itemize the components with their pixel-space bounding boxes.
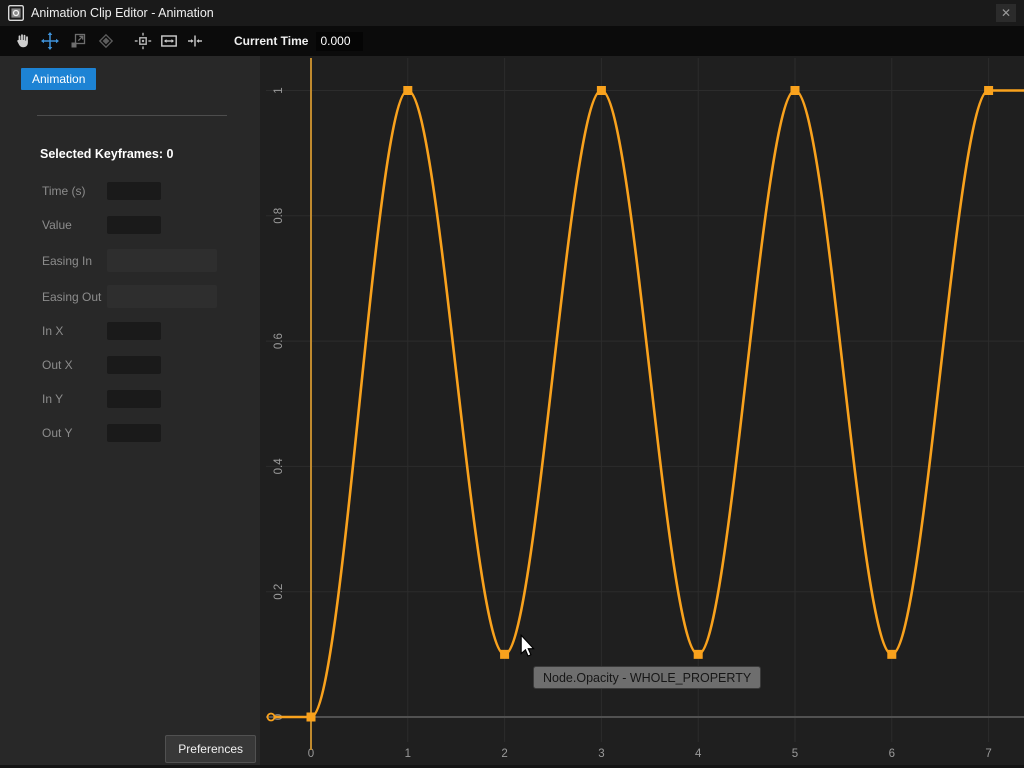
easing-out-label: Easing Out	[42, 290, 101, 304]
properties-panel: Animation Selected Keyframes: 0 Time (s)…	[0, 56, 260, 768]
panel-divider	[37, 115, 227, 116]
svg-text:7: 7	[985, 748, 991, 760]
keyframe-markers	[307, 86, 994, 722]
target-icon	[134, 32, 152, 50]
field-row-out-y: Out Y	[0, 424, 260, 442]
easing-out-input[interactable]	[107, 285, 217, 308]
current-time-input[interactable]	[316, 32, 363, 51]
curve-editor[interactable]: 0123456700.20.40.60.81 Node.Opacity - WH…	[260, 56, 1024, 768]
tooltip-text: Node.Opacity - WHOLE_PROPERTY	[543, 671, 751, 685]
move-icon	[41, 32, 59, 50]
svg-text:1: 1	[405, 748, 411, 760]
keyframe-marker[interactable]	[597, 86, 606, 95]
fit-vertical-icon	[186, 32, 204, 50]
close-icon[interactable]: ✕	[996, 4, 1016, 22]
keyframe-marker[interactable]	[694, 650, 703, 659]
keyframe-marker[interactable]	[403, 86, 412, 95]
fit-horizontal-tool-button[interactable]	[156, 28, 182, 54]
svg-text:4: 4	[695, 748, 702, 760]
in-x-label: In X	[42, 324, 63, 338]
scale-tool-button[interactable]	[64, 28, 92, 54]
svg-text:6: 6	[889, 748, 895, 760]
scale-icon	[69, 32, 87, 50]
selected-keyframes-label: Selected Keyframes:	[40, 147, 166, 161]
svg-text:0.8: 0.8	[273, 208, 285, 224]
svg-text:0.4: 0.4	[273, 458, 285, 475]
tooltip: Node.Opacity - WHOLE_PROPERTY	[533, 666, 761, 689]
out-x-label: Out X	[42, 358, 73, 372]
grid-lines	[266, 58, 1024, 742]
value-label: Value	[42, 218, 72, 232]
out-x-input[interactable]	[107, 356, 161, 374]
out-y-label: Out Y	[42, 426, 72, 440]
diamond-icon	[97, 32, 115, 50]
tab-animation[interactable]: Animation	[21, 68, 96, 90]
title-bar: Animation Clip Editor - Animation ✕	[0, 0, 1024, 26]
toolbar: Current Time	[0, 26, 1024, 56]
time-s-label: Time (s)	[42, 184, 86, 198]
easing-in-label: Easing In	[42, 254, 92, 268]
current-time-label: Current Time	[234, 34, 308, 48]
keyframe-marker[interactable]	[887, 650, 896, 659]
clip-icon	[8, 5, 24, 21]
hand-icon	[13, 32, 31, 50]
mouse-cursor	[519, 634, 536, 663]
svg-text:0.2: 0.2	[273, 584, 285, 600]
keyframe-marker[interactable]	[500, 650, 509, 659]
preferences-button[interactable]: Preferences	[165, 735, 256, 763]
keyframe-tool-button[interactable]	[92, 28, 120, 54]
selected-keyframes-text: Selected Keyframes: 0	[40, 147, 173, 161]
opacity-curve[interactable]	[311, 91, 989, 718]
value-input[interactable]	[107, 216, 161, 234]
field-row-value: Value	[0, 216, 260, 234]
field-row-easing-in: Easing In	[0, 249, 260, 272]
in-y-input[interactable]	[107, 390, 161, 408]
svg-text:1: 1	[273, 87, 285, 93]
keyframe-marker[interactable]	[984, 86, 993, 95]
svg-text:3: 3	[598, 748, 604, 760]
time-s-input[interactable]	[107, 182, 161, 200]
svg-text:0.6: 0.6	[273, 333, 285, 349]
easing-in-input[interactable]	[107, 249, 217, 272]
window-title: Animation Clip Editor - Animation	[31, 6, 989, 20]
curve-canvas[interactable]: 0123456700.20.40.60.81	[260, 56, 1024, 768]
field-row-time-s: Time (s)	[0, 182, 260, 200]
content: Animation Selected Keyframes: 0 Time (s)…	[0, 56, 1024, 768]
keyframe-marker[interactable]	[791, 86, 800, 95]
svg-text:5: 5	[792, 748, 798, 760]
fit-vertical-tool-button[interactable]	[182, 28, 208, 54]
axis-tick-labels: 0123456700.20.40.60.81	[273, 87, 992, 760]
animation-clip-editor-window: Animation Clip Editor - Animation ✕ Curr…	[0, 0, 1024, 768]
out-y-input[interactable]	[107, 424, 161, 442]
field-row-in-y: In Y	[0, 390, 260, 408]
field-row-out-x: Out X	[0, 356, 260, 374]
fit-horizontal-icon	[160, 32, 178, 50]
svg-text:2: 2	[501, 748, 507, 760]
in-y-label: In Y	[42, 392, 63, 406]
center-view-tool-button[interactable]	[130, 28, 156, 54]
field-row-easing-out: Easing Out	[0, 285, 260, 308]
selected-keyframes-count: 0	[166, 147, 173, 161]
move-tool-button[interactable]	[36, 28, 64, 54]
field-row-in-x: In X	[0, 322, 260, 340]
pan-tool-button[interactable]	[8, 28, 36, 54]
keyframe-marker[interactable]	[307, 713, 316, 722]
in-x-input[interactable]	[107, 322, 161, 340]
